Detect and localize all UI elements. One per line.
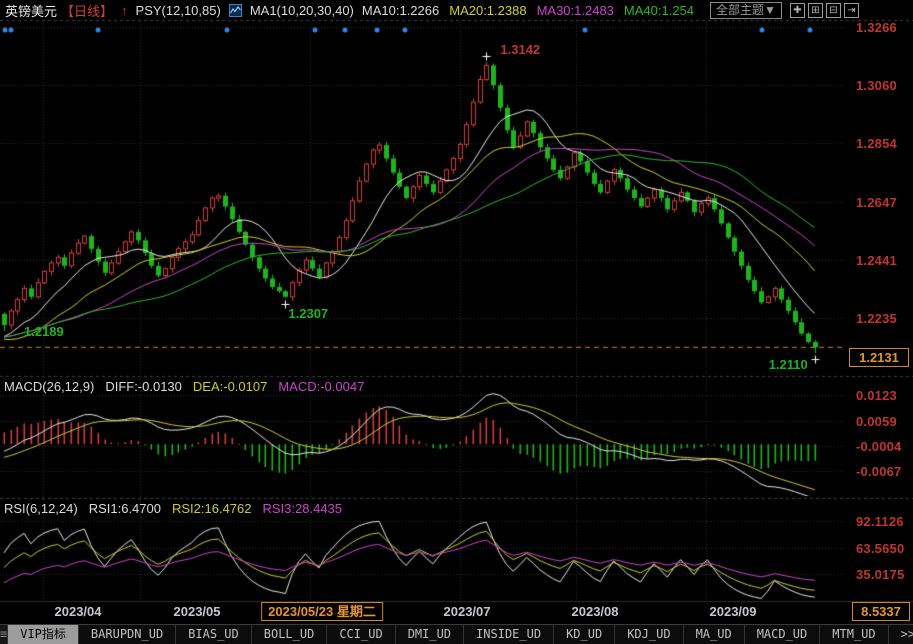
scale-axis-icon[interactable]: ⊞ [808,3,823,18]
macd-header: MACD(26,12,9) DIFF:-0.0130 DEA:-0.0107 M… [4,379,364,394]
price-axis-label: 1.2647 [856,195,897,210]
zoom-chart-icon[interactable]: ⊟ [826,3,841,18]
date-axis-label: 2023/05 [174,604,221,619]
macd-axis-label: -0.0067 [856,464,902,479]
period-label: 【日线】 [61,1,113,20]
indicator-tabbar: ≡ VIP指标BARUPDN_UDBIAS_UDBOLL_UDCCI_UDDMI… [0,624,913,644]
chart-toolbar: 英镑美元 【日线】 ↑ PSY(12,10,85) MA1(10,20,30,4… [0,0,913,20]
theme-dropdown[interactable]: 全部主题▼ [710,2,782,19]
rsi-axis-label: 92.1126 [856,514,904,529]
macd-hist-value: MACD:-0.0047 [278,379,364,394]
price-axis-label: 1.2441 [856,253,897,268]
rsi-bottom-value-box: 8.5337 [852,602,910,621]
rsi-params-label: RSI(6,12,24) [4,501,78,516]
macd-params-label: MACD(26,12,9) [4,379,94,394]
psy-indicator-label: PSY(12,10,85) [136,3,221,18]
move-tool-icon[interactable]: ✚ [790,3,805,18]
rsi3-value: RSI3:28.4435 [263,501,343,516]
ma-value-label: MA20:1.2388 [449,3,526,18]
macd-axis-label: 0.0123 [856,388,897,403]
extreme-value-annotation: 1.3142 [500,42,540,57]
rsi1-value: RSI1:6.4700 [89,501,161,516]
up-arrow-icon: ↑ [121,3,128,18]
macd-axis-label: 0.0059 [856,414,897,429]
trading-app-window: 英镑美元 【日线】 ↑ PSY(12,10,85) MA1(10,20,30,4… [0,0,913,644]
tab-ma-ud[interactable]: MA_UD [684,625,745,644]
date-axis-label: 2023/08 [572,604,619,619]
date-axis-label: 2023/09 [710,604,757,619]
ma-value-label: MA10:1.2266 [362,3,439,18]
ma-value-label: MA30:1.2483 [537,3,614,18]
ma-group-label: MA1(10,20,30,40) [250,3,354,18]
tab-kd-ud[interactable]: KD_UD [554,625,615,644]
rsi-axis-label: 63.5650 [856,541,904,556]
ma-values: MA10:1.2266 MA20:1.2388 MA30:1.2483 MA40:1.… [362,3,694,18]
rsi2-value: RSI2:16.4762 [172,501,252,516]
rsi-header: RSI(6,12,24) RSI1:6.4700 RSI2:16.4762 RS… [4,501,342,516]
tab-boll-ud[interactable]: BOLL_UD [252,625,328,644]
date-axis-label: 2023/04 [55,604,102,619]
tab-vip-[interactable]: VIP指标 [8,625,79,644]
extreme-value-annotation: 1.2307 [288,306,328,321]
tab-scroll-icon[interactable]: ≡ [0,625,8,644]
tab-mtm-ud[interactable]: MTM_UD [820,625,888,644]
toolbar-buttons: ✚⊞⊟⇥ [790,3,859,18]
rsi-axis-label: 35.0175 [856,567,904,582]
macd-diff-value: DIFF:-0.0130 [105,379,182,394]
popout-icon[interactable]: ⇥ [844,3,859,18]
indicator-chart-icon [229,4,242,17]
extreme-value-annotation: 1.2110 [769,357,808,372]
symbol-name: 英镑美元 [5,1,57,20]
price-axis-label: 1.3060 [856,78,897,93]
tab-kdj-ud[interactable]: KDJ_UD [615,625,683,644]
tab-barupdn-ud[interactable]: BARUPDN_UD [79,625,176,644]
price-axis-label: 1.2235 [856,311,897,326]
indicator-tabs: VIP指标BARUPDN_UDBIAS_UDBOLL_UDCCI_UDDMI_U… [8,625,913,644]
tab-bias-ud[interactable]: BIAS_UD [176,625,252,644]
crosshair-date-box: 2023/05/23 星期二 [261,602,383,621]
chart-canvas[interactable] [0,0,913,624]
tab-inside-ud[interactable]: INSIDE_UD [464,625,554,644]
macd-axis-label: -0.0004 [856,439,902,454]
extreme-value-annotation: 1.2189 [24,324,64,339]
price-axis-label: 1.3266 [856,20,897,35]
tab-more[interactable]: >> [889,625,913,644]
tab-cci-ud[interactable]: CCI_UD [327,625,395,644]
tab-macd-ud[interactable]: MACD_UD [745,625,821,644]
date-axis-label: 2023/07 [444,604,491,619]
tab-dmi-ud[interactable]: DMI_UD [396,625,464,644]
ma-value-label: MA40:1.254 [624,3,694,18]
macd-dea-value: DEA:-0.0107 [193,379,267,394]
price-axis-label: 1.2854 [856,136,897,151]
current-price-box: 1.2131 [849,348,909,367]
